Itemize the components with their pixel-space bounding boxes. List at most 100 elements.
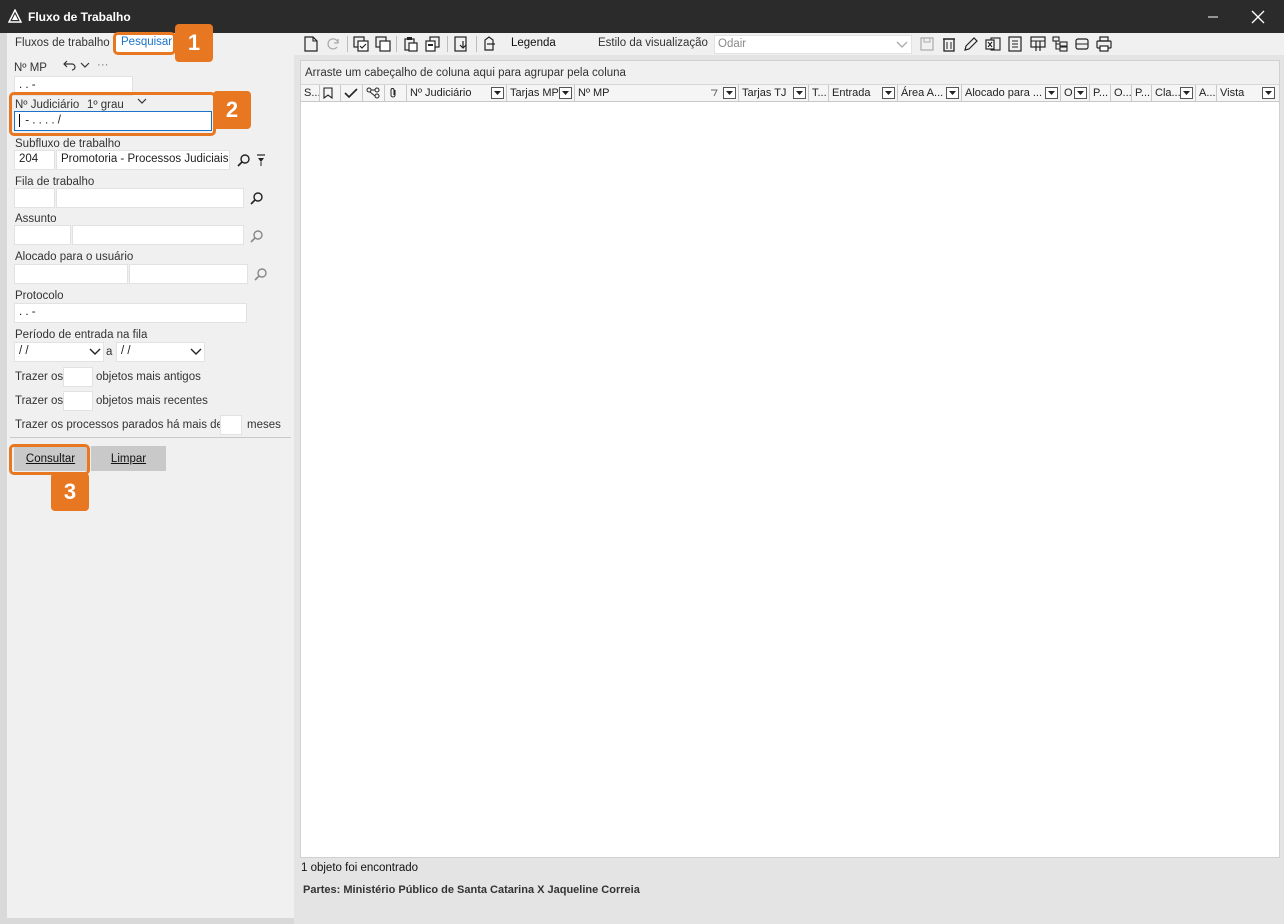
assunto-name-input[interactable] — [72, 225, 244, 245]
column-header-classe[interactable]: Cla... — [1152, 85, 1196, 101]
column-filter-dropdown[interactable] — [559, 87, 572, 99]
assunto-code-input[interactable] — [14, 225, 71, 245]
toolbar-separator — [347, 36, 348, 52]
legenda-button[interactable]: Legenda — [511, 37, 556, 49]
column-filter-dropdown[interactable] — [793, 87, 806, 99]
column-header-area[interactable]: Área A... — [898, 85, 962, 101]
column-filter-dropdown[interactable] — [946, 87, 959, 99]
tree-grouping-icon[interactable] — [1051, 35, 1069, 53]
print-icon[interactable] — [1095, 35, 1113, 53]
copy-icon[interactable] — [374, 35, 392, 53]
refresh-icon[interactable] — [324, 35, 342, 53]
alocado-name-input[interactable] — [129, 264, 248, 284]
divider — [10, 437, 291, 438]
chevron-down-icon[interactable] — [190, 347, 202, 357]
card-view-icon[interactable] — [1073, 35, 1091, 53]
more-options-icon[interactable]: ··· — [97, 59, 109, 71]
periodo-start-date[interactable]: / / — [14, 342, 104, 362]
clipboard-copy-icon[interactable] — [424, 35, 442, 53]
alocado-label: Alocado para o usuário — [15, 251, 134, 263]
alocado-code-input[interactable] — [14, 264, 128, 284]
column-header-p2[interactable]: P... — [1132, 85, 1152, 101]
column-header-nmp[interactable]: Nº MP — [575, 85, 739, 101]
pencil-icon[interactable] — [962, 35, 980, 53]
columns-config-icon[interactable] — [1029, 35, 1047, 53]
fila-name-input[interactable] — [56, 188, 244, 208]
protocolo-input[interactable]: . . - — [14, 303, 247, 323]
column-header-attachment[interactable] — [385, 85, 407, 101]
fila-code-input[interactable] — [14, 188, 55, 208]
filter-dropdown-icon[interactable] — [256, 153, 266, 167]
column-header-t[interactable]: T... — [809, 85, 829, 101]
column-filter-dropdown[interactable] — [1074, 87, 1087, 99]
periodo-a-label: a — [106, 346, 113, 358]
search-icon[interactable] — [237, 153, 251, 167]
assunto-label: Assunto — [15, 213, 57, 225]
subfluxo-name-input[interactable]: Promotoria - Processos Judiciais — [56, 150, 230, 170]
legend-icon[interactable] — [481, 35, 499, 53]
parados-months-input[interactable] — [220, 415, 242, 435]
callout-highlight-njud — [9, 92, 216, 136]
column-header-s[interactable]: S... — [301, 85, 320, 101]
column-header-p1[interactable]: P... — [1090, 85, 1111, 101]
chevron-down-icon[interactable] — [896, 40, 908, 49]
periodo-label: Período de entrada na fila — [15, 329, 148, 341]
new-document-icon[interactable] — [302, 35, 320, 53]
column-filter-dropdown[interactable] — [882, 87, 895, 99]
toolbar-separator — [396, 36, 397, 52]
search-icon[interactable] — [254, 267, 268, 281]
callout-highlight-pesquisar — [113, 32, 176, 55]
column-header-bookmark[interactable] — [320, 85, 341, 101]
column-filter-dropdown[interactable] — [723, 87, 736, 99]
minimize-button[interactable] — [1193, 4, 1233, 30]
trazer-recentes-prefix: Trazer os — [15, 395, 64, 407]
estilo-value: Odair — [718, 38, 747, 50]
column-header-njudiciario[interactable]: Nº Judiciário — [407, 85, 507, 101]
protocolo-label: Protocolo — [15, 290, 64, 302]
search-icon[interactable] — [250, 191, 264, 205]
column-header-o2[interactable]: O... — [1111, 85, 1132, 101]
close-button[interactable] — [1238, 4, 1278, 30]
excel-export-icon[interactable] — [984, 35, 1002, 53]
save-icon[interactable] — [918, 35, 936, 53]
chevron-down-icon[interactable] — [89, 347, 101, 357]
search-icon[interactable] — [250, 229, 264, 243]
antigos-count-input[interactable] — [63, 367, 93, 387]
trash-icon[interactable] — [940, 35, 958, 53]
tab-fluxos-de-trabalho[interactable]: Fluxos de trabalho — [15, 37, 110, 49]
column-filter-dropdown[interactable] — [491, 87, 504, 99]
export-document-icon[interactable] — [453, 35, 471, 53]
column-header-entrada[interactable]: Entrada — [829, 85, 898, 101]
column-filter-dropdown[interactable] — [1180, 87, 1193, 99]
copy-checked-icon[interactable] — [352, 35, 370, 53]
antigos-label: objetos mais antigos — [96, 371, 201, 383]
clipboard-paste-icon[interactable] — [402, 35, 420, 53]
estilo-select[interactable]: Odair — [714, 35, 912, 54]
column-header-o[interactable]: O — [1061, 85, 1090, 101]
column-header-check[interactable] — [341, 85, 363, 101]
subfluxo-code-input[interactable]: 204 — [14, 150, 55, 170]
column-header-vista[interactable]: Vista — [1217, 85, 1279, 101]
document-list-icon[interactable] — [1006, 35, 1024, 53]
chevron-down-icon[interactable] — [80, 61, 90, 69]
recentes-count-input[interactable] — [63, 391, 93, 411]
caret-down-icon — [726, 90, 733, 95]
column-header-tarjas-tj[interactable]: Tarjas TJ — [739, 85, 809, 101]
periodo-end-date[interactable]: / / — [116, 342, 205, 362]
caret-down-icon — [494, 90, 501, 95]
column-header-alocado[interactable]: Alocado para ... — [962, 85, 1061, 101]
group-by-area[interactable]: Arraste um cabeçalho de coluna aqui para… — [301, 61, 1279, 85]
column-header-a[interactable]: A... — [1196, 85, 1217, 101]
column-header-hierarchy[interactable] — [363, 85, 385, 101]
toolbar-separator — [447, 36, 448, 52]
column-filter-dropdown[interactable] — [1262, 87, 1275, 99]
limpar-button[interactable]: Limpar — [91, 446, 166, 471]
column-header-tarjas-mp[interactable]: Tarjas MP — [507, 85, 575, 101]
column-filter-dropdown[interactable] — [1045, 87, 1058, 99]
caret-down-icon — [1077, 90, 1084, 95]
undo-icon[interactable] — [63, 59, 77, 71]
minimize-icon — [1208, 16, 1218, 18]
column-header-label: Cla... — [1155, 87, 1181, 99]
caret-down-icon — [562, 90, 569, 95]
caret-down-icon — [1265, 90, 1272, 95]
